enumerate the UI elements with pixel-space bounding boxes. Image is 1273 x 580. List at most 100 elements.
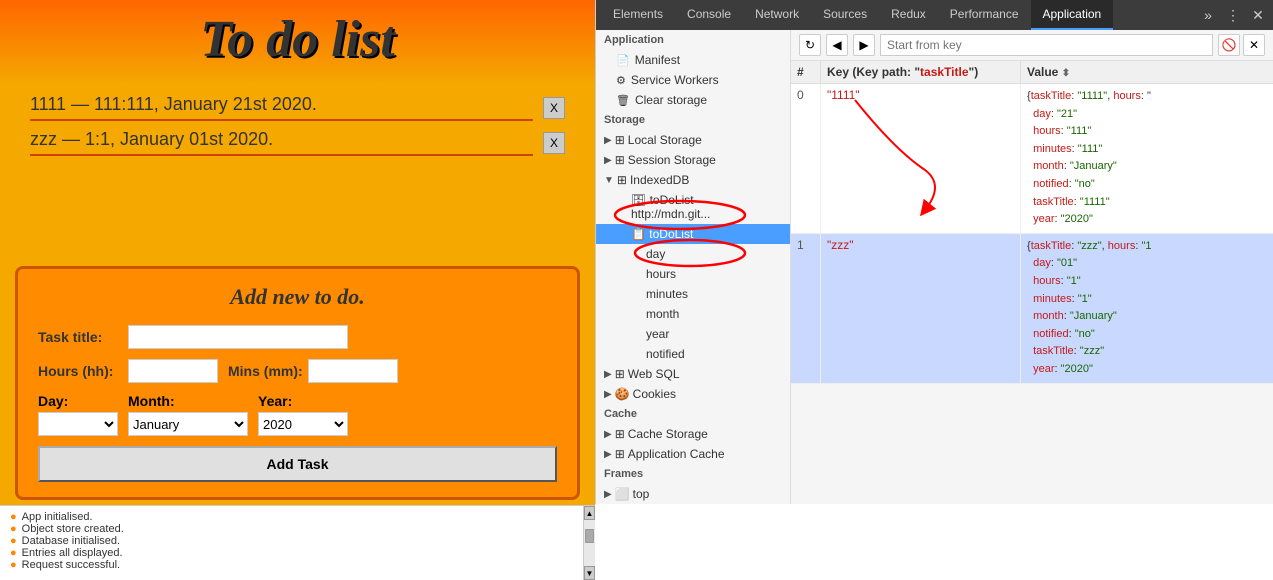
tab-console[interactable]: Console <box>675 0 743 30</box>
mins-input[interactable] <box>308 359 398 383</box>
devtools-content: Application 📄 Manifest ⚙ Service Workers… <box>596 30 1273 504</box>
cache-storage-icon: ⊞ <box>615 427 625 441</box>
close-devtools-icon[interactable]: ✕ <box>1248 5 1268 25</box>
sidebar-field-minutes[interactable]: minutes <box>596 284 790 304</box>
local-storage-label: Local Storage <box>628 133 702 147</box>
tab-performance[interactable]: Performance <box>938 0 1031 30</box>
sidebar-app-cache[interactable]: ▶ ⊞ Application Cache <box>596 444 790 464</box>
col-header-key: Key (Key path: "taskTitle") <box>821 61 1021 83</box>
tab-elements[interactable]: Elements <box>601 0 675 30</box>
sidebar-cache-storage[interactable]: ▶ ⊞ Cache Storage <box>596 424 790 444</box>
row-index-1: 1 <box>791 234 821 383</box>
cookies-label: Cookies <box>633 387 676 401</box>
tab-redux[interactable]: Redux <box>879 0 938 30</box>
time-row: Hours (hh): Mins (mm): <box>38 359 557 383</box>
devtools-menu-icon[interactable]: ⋮ <box>1223 5 1243 25</box>
sidebar-item-manifest[interactable]: 📄 Manifest <box>596 50 790 70</box>
sidebar-field-month[interactable]: month <box>596 304 790 324</box>
sidebar-cookies[interactable]: ▶ 🍪 Cookies <box>596 384 790 404</box>
cache-section-header: Cache <box>596 404 790 424</box>
remove-todo-1-button[interactable]: X <box>543 97 565 119</box>
forward-button[interactable]: ▶ <box>853 34 875 56</box>
console-line: ● App initialised. <box>10 511 571 523</box>
storage-section-header: Storage <box>596 110 790 130</box>
month-col: Month: January <box>128 393 248 436</box>
sidebar-session-storage[interactable]: ▶ ⊞ Session Storage <box>596 150 790 170</box>
todo-text-1: 1111 — 111:111, January 21st 2020. <box>30 94 533 121</box>
delete-button[interactable]: ✕ <box>1243 34 1265 56</box>
application-section-header: Application <box>596 30 790 50</box>
expand-arrow-icon: ▶ <box>604 389 612 400</box>
sort-icon[interactable]: ⬍ <box>1062 68 1070 79</box>
scroll-down-btn[interactable]: ▼ <box>584 566 595 580</box>
devtools-toolbar: ↻ ◀ ▶ 🚫 ✕ <box>791 30 1273 61</box>
year-select[interactable]: 2020 <box>258 412 348 436</box>
clear-storage-icon: 🗑 <box>616 94 630 107</box>
expand-arrow-icon: ▼ <box>604 175 614 186</box>
console-panel: ● App initialised. ● Object store create… <box>0 505 595 580</box>
bullet-icon: ● <box>10 559 17 571</box>
scroll-up-btn[interactable]: ▲ <box>584 506 595 520</box>
app-cache-icon: ⊞ <box>615 447 625 461</box>
bullet-icon: ● <box>10 547 17 559</box>
search-input[interactable] <box>880 34 1213 56</box>
devtools-sidebar: Application 📄 Manifest ⚙ Service Workers… <box>596 30 791 504</box>
sidebar-todolist-db[interactable]: 🗄 toDoList - http://mdn.git... <box>596 190 790 224</box>
clear-storage-label: Clear storage <box>635 93 707 107</box>
hours-label: Hours (hh): <box>38 363 128 379</box>
clear-button[interactable]: 🚫 <box>1218 34 1240 56</box>
refresh-button[interactable]: ↻ <box>799 34 821 56</box>
console-line: ● Object store created. <box>10 523 571 535</box>
task-title-input[interactable] <box>128 325 348 349</box>
day-col: Day: <box>38 393 118 436</box>
bullet-icon: ● <box>10 511 17 523</box>
scroll-thumb[interactable] <box>585 529 594 543</box>
devtools-tabbar: Elements Console Network Sources Redux P… <box>596 0 1273 30</box>
remove-todo-2-button[interactable]: X <box>543 132 565 154</box>
console-line: ● Database initialised. <box>10 535 571 547</box>
indexeddb-icon: ⊞ <box>617 173 627 187</box>
sidebar-field-year[interactable]: year <box>596 324 790 344</box>
devtools-panel: Elements Console Network Sources Redux P… <box>595 0 1273 504</box>
back-button[interactable]: ◀ <box>826 34 848 56</box>
day-label: Day: <box>38 393 118 409</box>
sidebar-frames-top[interactable]: ▶ ⬜ top <box>596 484 790 504</box>
col-header-index: # <box>791 61 821 83</box>
session-storage-label: Session Storage <box>628 153 716 167</box>
list-item: zzz — 1:1, January 01st 2020. X <box>30 129 565 156</box>
sidebar-websql[interactable]: ▶ ⊞ Web SQL <box>596 364 790 384</box>
sidebar-indexeddb[interactable]: ▼ ⊞ IndexedDB <box>596 170 790 190</box>
console-scrollbar[interactable]: ▲ ▼ <box>583 506 595 580</box>
day-select[interactable] <box>38 412 118 436</box>
sidebar-todolist-store[interactable]: 📋 toDoList <box>596 224 790 244</box>
sidebar-item-service-workers[interactable]: ⚙ Service Workers <box>596 70 790 90</box>
add-task-button[interactable]: Add Task <box>38 446 557 482</box>
sidebar-field-day[interactable]: day <box>596 244 790 264</box>
tab-sources[interactable]: Sources <box>811 0 879 30</box>
websql-icon: ⊞ <box>615 367 625 381</box>
expand-arrow-icon: ▶ <box>604 155 612 166</box>
year-col: Year: 2020 <box>258 393 348 436</box>
toolbar-right-buttons: 🚫 ✕ <box>1218 34 1265 56</box>
add-form-container: Add new to do. Task title: Hours (hh): M… <box>15 266 580 500</box>
app-title: To do list <box>0 10 595 69</box>
bullet-icon: ● <box>10 535 17 547</box>
tab-application[interactable]: Application <box>1031 0 1114 30</box>
table-body: 0 "1111" {taskTitle: "1111", hours: " da… <box>791 84 1273 504</box>
more-tabs-icon[interactable]: » <box>1198 5 1218 25</box>
sidebar-field-notified[interactable]: notified <box>596 344 790 364</box>
websql-label: Web SQL <box>628 367 680 381</box>
month-label: Month: <box>128 393 248 409</box>
hours-input[interactable] <box>128 359 218 383</box>
task-title-row: Task title: <box>38 325 557 349</box>
manifest-icon: 📄 <box>616 54 630 67</box>
tab-network[interactable]: Network <box>743 0 811 30</box>
sidebar-local-storage[interactable]: ▶ ⊞ Local Storage <box>596 130 790 150</box>
month-select[interactable]: January <box>128 412 248 436</box>
sidebar-field-hours[interactable]: hours <box>596 264 790 284</box>
console-line: ● Entries all displayed. <box>10 547 571 559</box>
scroll-track[interactable] <box>584 520 595 566</box>
sidebar-item-clear-storage[interactable]: 🗑 Clear storage <box>596 90 790 110</box>
expand-arrow-icon: ▶ <box>604 489 612 500</box>
mins-label: Mins (mm): <box>228 363 303 379</box>
